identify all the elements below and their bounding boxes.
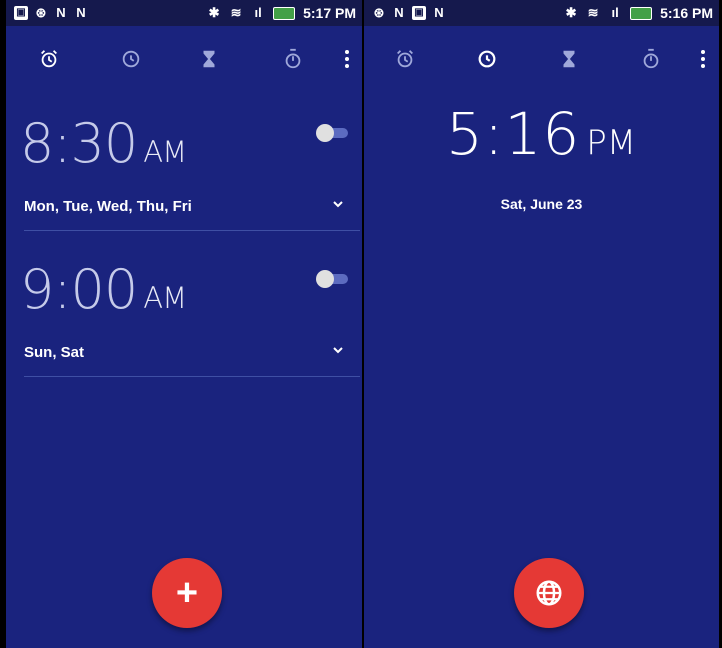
bluetooth-icon: ✱ bbox=[208, 5, 220, 20]
clock-icon bbox=[478, 50, 496, 68]
status-bar: ⊛ N ▣ N ✱ ≋ ıl 5:16 PM bbox=[364, 0, 719, 26]
alarm-icon bbox=[41, 50, 57, 68]
globe-icon bbox=[536, 580, 562, 606]
stopwatch-tab[interactable] bbox=[280, 46, 306, 72]
wifi-icon: ≋ bbox=[587, 5, 599, 20]
alarm-time[interactable]: 8:30 AM bbox=[20, 112, 187, 175]
hourglass-icon bbox=[563, 50, 575, 68]
bluetooth-icon: ✱ bbox=[565, 5, 577, 20]
image-icon: ▣ bbox=[412, 6, 426, 20]
alarm-tab[interactable] bbox=[392, 46, 418, 72]
clock-screen: ⊛ N ▣ N ✱ ≋ ıl 5:16 PM 5:16PM Sat, June bbox=[362, 0, 722, 648]
overflow-menu-icon[interactable] bbox=[698, 46, 708, 72]
n-icon: N bbox=[56, 5, 66, 20]
clock-tab[interactable] bbox=[474, 46, 500, 72]
alarm-days: Mon, Tue, Wed, Thu, Fri bbox=[24, 198, 192, 215]
battery-icon bbox=[273, 6, 296, 20]
stopwatch-icon bbox=[643, 48, 659, 69]
status-time: 5:17 PM bbox=[303, 5, 356, 21]
clock-status-icon: ⊛ bbox=[35, 5, 47, 20]
alarm-toggle[interactable] bbox=[316, 124, 348, 142]
wifi-icon: ≋ bbox=[230, 5, 242, 20]
timer-tab[interactable] bbox=[556, 46, 582, 72]
clock-date: Sat, June 23 bbox=[500, 196, 583, 212]
battery-icon bbox=[630, 6, 653, 20]
image-icon: ▣ bbox=[14, 6, 28, 20]
signal-icon: ıl bbox=[254, 5, 262, 20]
clock-icon bbox=[122, 50, 140, 68]
n-icon: N bbox=[434, 5, 444, 20]
tab-bar bbox=[6, 26, 362, 88]
n-icon: N bbox=[76, 5, 86, 20]
overflow-menu-icon[interactable] bbox=[342, 46, 352, 72]
clock-status-icon: ⊛ bbox=[373, 5, 385, 20]
alarm-icon bbox=[397, 50, 413, 68]
tab-bar bbox=[364, 26, 719, 88]
alarm-days: Sun, Sat bbox=[24, 344, 85, 361]
stopwatch-tab[interactable] bbox=[638, 46, 664, 72]
divider bbox=[24, 376, 360, 377]
plus-icon: + bbox=[175, 572, 199, 614]
world-clock-button[interactable] bbox=[514, 558, 584, 628]
digital-clock: 5:16 PM bbox=[446, 100, 637, 168]
timer-tab[interactable] bbox=[196, 46, 222, 72]
n-icon: N bbox=[394, 5, 404, 20]
stopwatch-icon bbox=[285, 48, 301, 69]
alarm-time[interactable]: 9:00 AM bbox=[20, 258, 187, 321]
status-bar: ▣ ⊛ N N ✱ ≋ ıl 5:17 PM bbox=[6, 0, 362, 26]
divider bbox=[24, 230, 360, 231]
chevron-down-icon[interactable] bbox=[332, 198, 344, 210]
status-time: 5:16 PM bbox=[660, 5, 713, 21]
add-alarm-button[interactable]: + bbox=[152, 558, 222, 628]
hourglass-icon bbox=[203, 50, 215, 68]
chevron-down-icon[interactable] bbox=[332, 344, 344, 356]
alarms-screen: ▣ ⊛ N N ✱ ≋ ıl 5:17 PM 8:30 AM Mon, Tue,… bbox=[0, 0, 362, 648]
signal-icon: ıl bbox=[611, 5, 619, 20]
clock-tab[interactable] bbox=[118, 46, 144, 72]
alarm-tab[interactable] bbox=[36, 46, 62, 72]
alarm-toggle[interactable] bbox=[316, 270, 348, 288]
